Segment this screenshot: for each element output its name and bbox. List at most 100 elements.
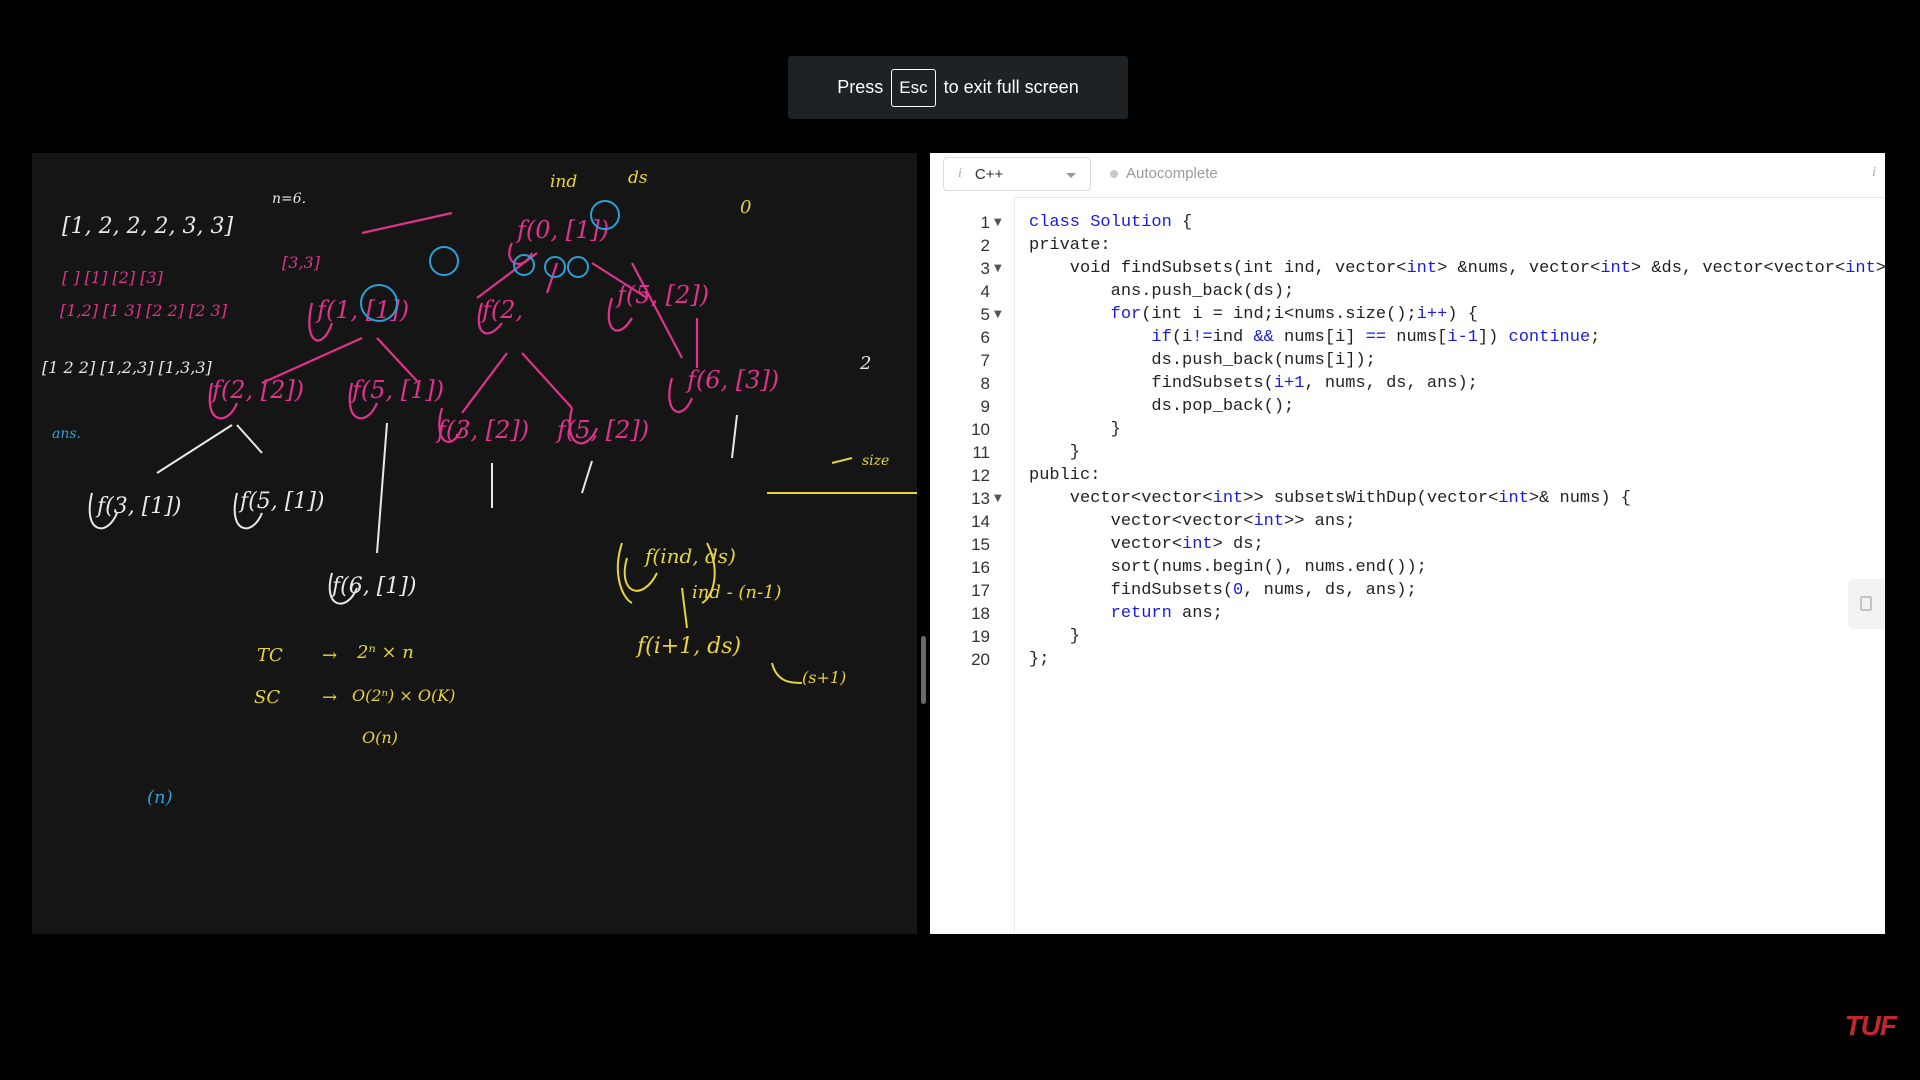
wb-tc-label: TC	[257, 645, 283, 666]
code-line[interactable]: 19 }	[930, 625, 1885, 648]
wb-zero: 0	[740, 197, 751, 218]
line-number: 3	[980, 259, 990, 278]
wb-size-label: size	[862, 453, 889, 469]
fold-arrow-icon[interactable]: ▼	[994, 487, 1002, 510]
code-line[interactable]: 7 ds.push_back(nums[i]);	[930, 349, 1885, 372]
toggle-dot-icon	[1110, 169, 1118, 178]
esc-key[interactable]: Esc	[891, 68, 936, 107]
wb-ans-label: ans.	[52, 426, 81, 442]
line-number: 13	[971, 489, 990, 508]
code-text: }	[1029, 420, 1121, 439]
line-number: 9	[980, 397, 990, 416]
code-text: for(int i = ind;i<nums.size();i++) {	[1110, 305, 1478, 324]
fold-arrow-icon[interactable]: ▼	[994, 303, 1002, 326]
code-text: class Solution {	[1029, 213, 1193, 232]
code-text: vector<int> ds;	[1029, 535, 1264, 554]
code-line[interactable]: 14 vector<vector<int>> ans;	[930, 510, 1885, 533]
line-number: 4	[980, 282, 990, 301]
code-text: return ans;	[1110, 604, 1223, 623]
code-line[interactable]: 9 ds.pop_back();	[930, 395, 1885, 418]
line-number: 19	[971, 627, 990, 646]
svg-text:f(ind, ds): f(ind, ds)	[643, 544, 736, 568]
code-line[interactable]: 15 vector<int> ds;	[930, 533, 1885, 556]
language-select[interactable]: i C++	[943, 157, 1091, 191]
code-line[interactable]: 11 }	[930, 441, 1885, 464]
line-number: 15	[971, 535, 990, 554]
wb-n-paren: (n)	[147, 787, 173, 808]
autocomplete-label: Autocomplete	[1126, 165, 1218, 182]
svg-text:f(3, [1]): f(3, [1])	[95, 494, 181, 519]
svg-text:[1,2] [1 3] [2 2] [2 3]: [1,2] [1 3] [2 2] [2 3]	[60, 301, 228, 320]
svg-text:f(5, [2]): f(5, [2])	[555, 416, 649, 444]
autocomplete-toggle[interactable]: Autocomplete	[1110, 165, 1218, 182]
code-area[interactable]: 1 ▼ class Solution {2 private: 3 ▼ void findS…	[930, 211, 1885, 671]
code-line[interactable]: 10 }	[930, 418, 1885, 441]
svg-text:[ ] [1] [2] [3]: [ ] [1] [2] [3]	[62, 268, 164, 287]
banner-rest-text: to exit full screen	[943, 77, 1079, 97]
code-text: vector<vector<int>> subsetsWithDup(vecto…	[1029, 489, 1631, 508]
code-line[interactable]: 12 public:	[930, 464, 1885, 487]
chevron-down-icon	[1066, 173, 1076, 178]
code-text: ans.push_back(ds);	[1029, 282, 1295, 301]
svg-text:f(5, [2]): f(5, [2])	[615, 281, 709, 309]
svg-text:f(0, [1]): f(0, [1])	[515, 216, 609, 244]
whiteboard-canvas[interactable]: [1, 2, 2, 2, 3, 3] n=6. 0 2 ind ds f(0, …	[32, 153, 917, 934]
line-number: 1	[980, 213, 990, 232]
line-number: 12	[971, 466, 990, 485]
svg-text:f(6, [1]): f(6, [1])	[330, 574, 416, 599]
code-line[interactable]: 18 return ans;	[930, 602, 1885, 625]
code-line[interactable]: 20};	[930, 648, 1885, 671]
banner-press-text: Press	[837, 77, 884, 97]
fullscreen-exit-banner: Press Esc to exit full screen	[788, 56, 1128, 119]
wb-sc-label: SC	[254, 687, 280, 708]
svg-text:f(5, [1]): f(5, [1])	[350, 376, 444, 404]
svg-text:f(3, [2]): f(3, [2])	[435, 416, 529, 444]
svg-text:f(5, [1]): f(5, [1])	[238, 489, 324, 514]
code-text: ds.push_back(nums[i]);	[1029, 351, 1376, 370]
code-line[interactable]: 16 sort(nums.begin(), nums.end());	[930, 556, 1885, 579]
svg-text:f(2,: f(2,	[480, 296, 523, 324]
code-line[interactable]: 13 ▼ vector<vector<int>> subsetsWithDup(v…	[930, 487, 1885, 510]
wb-ind-label: ind	[550, 172, 577, 192]
line-number: 17	[971, 581, 990, 600]
code-text: public:	[1029, 466, 1101, 485]
fold-arrow-icon[interactable]: ▼	[994, 211, 1002, 234]
info-icon[interactable]: i	[958, 166, 962, 182]
code-text: void findSubsets(int ind, vector<int> &n…	[1029, 259, 1885, 278]
wb-ds-label: ds	[628, 168, 648, 188]
line-number: 2	[980, 236, 990, 255]
code-line[interactable]: 1 ▼ class Solution {	[930, 211, 1885, 234]
panel-resize-handle[interactable]	[921, 636, 926, 704]
line-number: 6	[980, 328, 990, 347]
code-text: if(i!=ind && nums[i] == nums[i-1]) conti…	[1151, 328, 1601, 347]
fold-arrow-icon[interactable]: ▼	[994, 257, 1002, 280]
code-line[interactable]: 5 ▼ for(int i = ind;i<nums.size();i++) {	[930, 303, 1885, 326]
line-number: 7	[980, 351, 990, 370]
line-number: 14	[971, 512, 990, 531]
code-line[interactable]: 6 if(i!=ind && nums[i] == nums[i-1]) con…	[930, 326, 1885, 349]
wb-tc-value: 2ⁿ × n	[356, 642, 414, 663]
line-number: 5	[980, 305, 990, 324]
svg-text:[3,3]: [3,3]	[282, 253, 321, 272]
info-icon-right[interactable]: i	[1872, 165, 1876, 181]
language-label: C++	[974, 165, 1004, 183]
wb-two: 2	[859, 353, 871, 374]
svg-text:[1 2 2] [1,2,3] [1,3,3]: [1 2 2] [1,2,3] [1,3,3]	[42, 358, 213, 377]
wb-n-label: n=6.	[272, 191, 306, 207]
code-editor-panel: i C++ Autocomplete i 1 ▼ class Solution {2…	[930, 153, 1885, 934]
code-line[interactable]: 17 findSubsets(0, nums, ds, ans);	[930, 579, 1885, 602]
side-panel-tab[interactable]	[1848, 579, 1885, 629]
wb-sc-value: O(2ⁿ) × O(K)	[352, 686, 455, 705]
code-text: }	[1029, 627, 1081, 646]
wb-s-plus-one: (s+1)	[802, 668, 846, 687]
line-number: 20	[971, 650, 990, 669]
code-text: findSubsets(0, nums, ds, ans);	[1029, 581, 1417, 600]
code-text: }	[1029, 443, 1081, 462]
code-line[interactable]: 8 findSubsets(i+1, nums, ds, ans);	[930, 372, 1885, 395]
code-text: vector<vector<int>> ans;	[1029, 512, 1356, 531]
code-line[interactable]: 2 private:	[930, 234, 1885, 257]
code-line[interactable]: 4 ans.push_back(ds);	[930, 280, 1885, 303]
code-line[interactable]: 3 ▼ void findSubsets(int ind, vector<int>…	[930, 257, 1885, 280]
svg-text:f(2, [2]): f(2, [2])	[210, 376, 304, 404]
editor-toolbar: i C++ Autocomplete i	[930, 153, 1885, 198]
